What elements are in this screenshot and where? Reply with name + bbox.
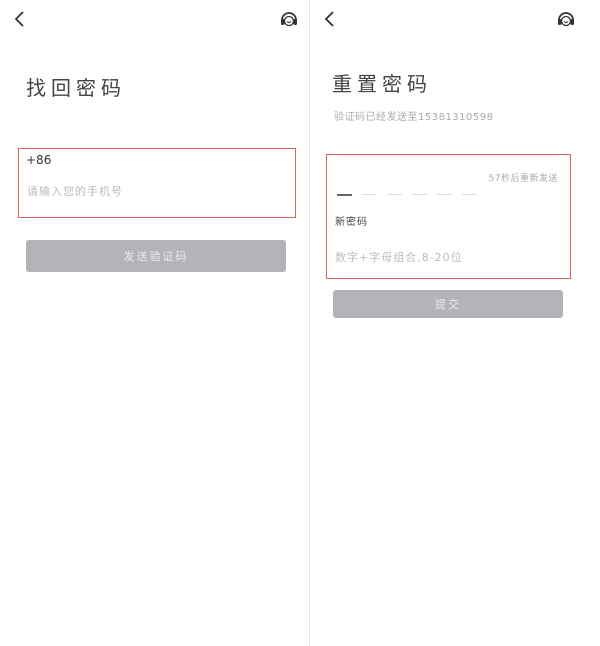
resend-countdown: 57秒后重新发送: [488, 174, 558, 184]
new-password-label: 新密码: [335, 217, 368, 228]
new-password-input[interactable]: [333, 245, 567, 269]
phone-input[interactable]: [25, 179, 289, 203]
page-title: 找回密码: [26, 76, 126, 100]
submit-button[interactable]: 提交: [333, 290, 563, 318]
reset-password-screen: 重置密码 验证码已经发送至15381310598 57秒后重新发送 新密码 提交: [310, 0, 600, 646]
code-slot[interactable]: [387, 191, 402, 195]
code-sent-notice: 验证码已经发送至15381310598: [334, 112, 494, 123]
code-slot[interactable]: [337, 191, 352, 196]
code-slot[interactable]: [462, 191, 477, 195]
code-slot[interactable]: [412, 191, 427, 195]
headset-icon[interactable]: [278, 8, 300, 30]
back-icon[interactable]: [322, 10, 340, 28]
reset-form-group: 57秒后重新发送 新密码: [326, 154, 571, 279]
retrieve-password-screen: 找回密码 +86 发送验证码: [0, 0, 309, 646]
back-icon[interactable]: [12, 10, 30, 28]
country-code[interactable]: +86: [26, 153, 51, 167]
code-slot[interactable]: [362, 191, 377, 195]
phone-input-group: +86: [18, 148, 296, 218]
verification-code-input[interactable]: [337, 191, 477, 196]
send-code-button[interactable]: 发送验证码: [26, 240, 286, 272]
headset-icon[interactable]: [555, 8, 577, 30]
code-slot[interactable]: [437, 191, 452, 195]
page-title: 重置密码: [332, 72, 432, 96]
